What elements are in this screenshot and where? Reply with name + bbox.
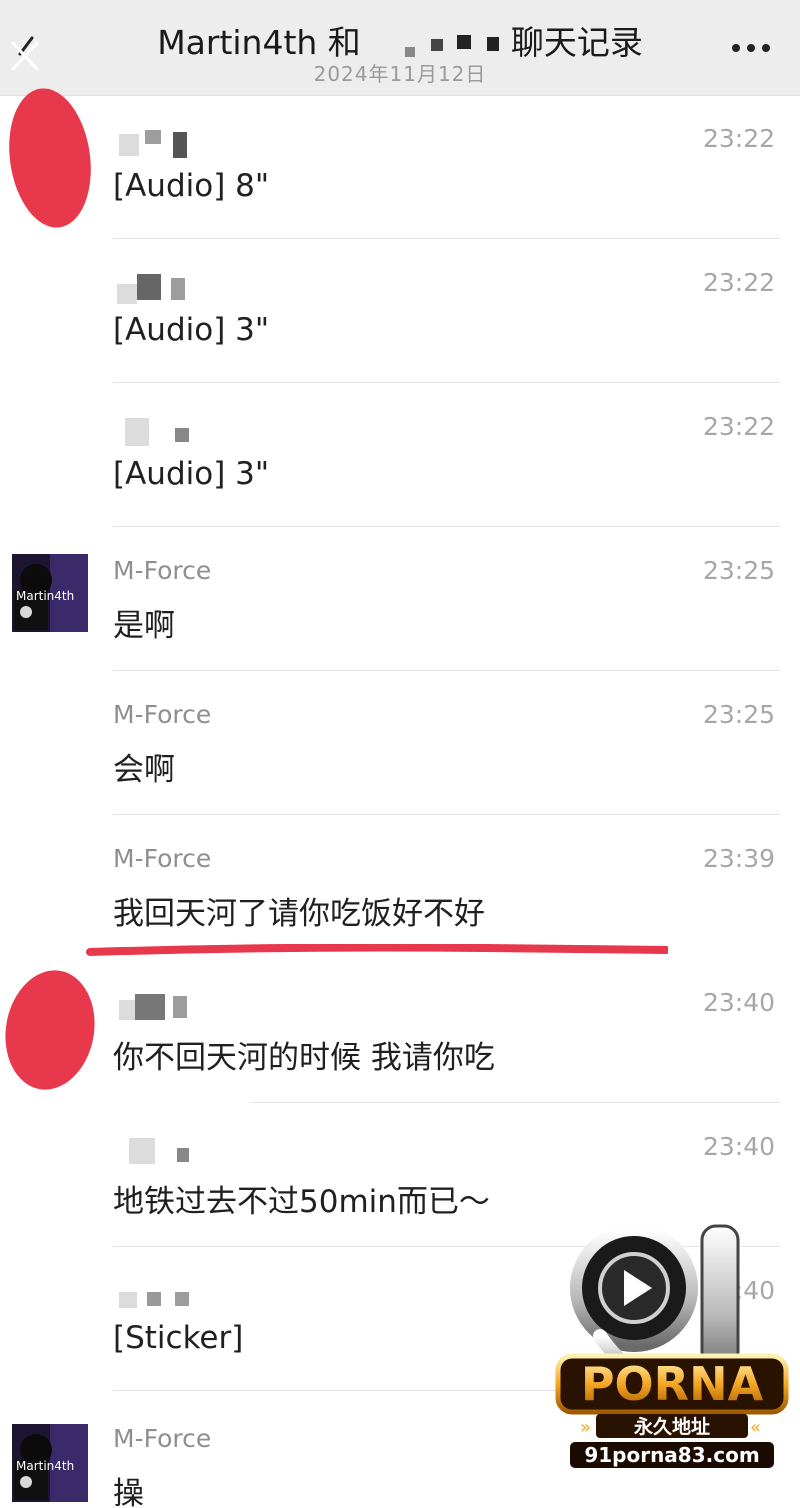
message-row[interactable]: 23:22 [Audio] 3" <box>0 384 800 528</box>
red-scribble <box>0 963 104 1097</box>
divider <box>113 382 780 383</box>
svg-text:»: » <box>580 1417 591 1438</box>
avatar-image: Martin4th <box>12 1424 88 1502</box>
message-row[interactable]: 23:22 [Audio] 3" <box>0 240 800 384</box>
avatar[interactable]: Martin4th <box>12 1424 88 1502</box>
blurred-sender-name <box>113 990 203 1024</box>
avatar[interactable]: Martin4th <box>12 554 88 632</box>
sticker-message[interactable]: [Sticker] <box>113 1320 243 1356</box>
sender-name: M-Force <box>113 700 212 729</box>
red-underline-mark <box>86 944 668 956</box>
title-left: Martin4th 和 <box>157 23 361 62</box>
blurred-sender-name <box>113 126 203 160</box>
avatar-image: Martin4th <box>12 554 88 632</box>
divider <box>113 814 780 815</box>
message-row[interactable]: 23:22 [Audio] 8" <box>0 83 800 240</box>
audio-message[interactable]: [Audio] 8" <box>113 168 269 204</box>
svg-text:Martin4th: Martin4th <box>16 589 74 603</box>
text-message[interactable]: 会啊 <box>113 744 175 789</box>
audio-message[interactable]: [Audio] 3" <box>113 312 269 348</box>
sender-name: M-Force <box>113 1424 212 1453</box>
redacted-name <box>361 25 511 59</box>
more-dots-icon[interactable] <box>730 40 772 56</box>
message-row[interactable]: M-Force 23:39 我回天河了请你吃饭好不好 <box>0 816 800 960</box>
svg-text:PORNA: PORNA <box>581 1357 764 1411</box>
blurred-sender-name <box>113 1134 203 1168</box>
message-time: 23:22 <box>702 268 775 297</box>
blurred-sender-name <box>113 270 203 304</box>
sender-name: M-Force <box>113 844 212 873</box>
message-time: 23:25 <box>702 556 775 585</box>
red-scribble <box>0 83 100 233</box>
divider <box>113 526 780 527</box>
audio-message[interactable]: [Audio] 3" <box>113 456 269 492</box>
blurred-sender-name <box>113 1278 203 1312</box>
title-right: 聊天记录 <box>510 23 643 62</box>
message-row[interactable]: Martin4th M-Force 23:25 是啊 <box>0 528 800 672</box>
chat-date: 2024年11月12日 <box>313 62 487 86</box>
watermark-logo: PORNA » « 永久地址 91porna83.com 91 <box>555 1224 789 1468</box>
divider <box>113 238 780 239</box>
svg-text:91porna83.com: 91porna83.com <box>584 1443 759 1467</box>
message-time: 23:22 <box>702 124 775 153</box>
sender-name: M-Force <box>113 556 212 585</box>
text-message[interactable]: 是啊 <box>113 600 175 645</box>
message-time: 23:40 <box>702 988 775 1017</box>
chat-history-header: Martin4th 和 聊天记录 2024年11月12日 <box>0 0 800 96</box>
message-row[interactable]: M-Force 23:25 会啊 <box>0 672 800 816</box>
message-time: 23:39 <box>702 844 775 873</box>
svg-text:永久地址: 永久地址 <box>633 1415 710 1438</box>
text-message[interactable]: 你不回天河的时候 我请你吃 <box>113 1032 495 1077</box>
page-title: Martin4th 和 聊天记录 <box>0 16 800 64</box>
message-time: 23:22 <box>702 412 775 441</box>
message-row[interactable]: 23:40 你不回天河的时候 我请你吃 <box>0 960 800 1104</box>
message-time: 23:25 <box>702 700 775 729</box>
text-message[interactable]: 我回天河了请你吃饭好不好 <box>113 888 485 933</box>
message-time: 23:40 <box>702 1132 775 1161</box>
text-message[interactable]: 地铁过去不过50min而已～ <box>113 1176 490 1221</box>
blurred-sender-name <box>113 414 203 448</box>
svg-text:Martin4th: Martin4th <box>16 1459 74 1473</box>
divider <box>250 1102 780 1103</box>
divider <box>113 670 780 671</box>
svg-text:«: « <box>750 1417 761 1438</box>
text-message[interactable]: 操 <box>113 1468 144 1508</box>
